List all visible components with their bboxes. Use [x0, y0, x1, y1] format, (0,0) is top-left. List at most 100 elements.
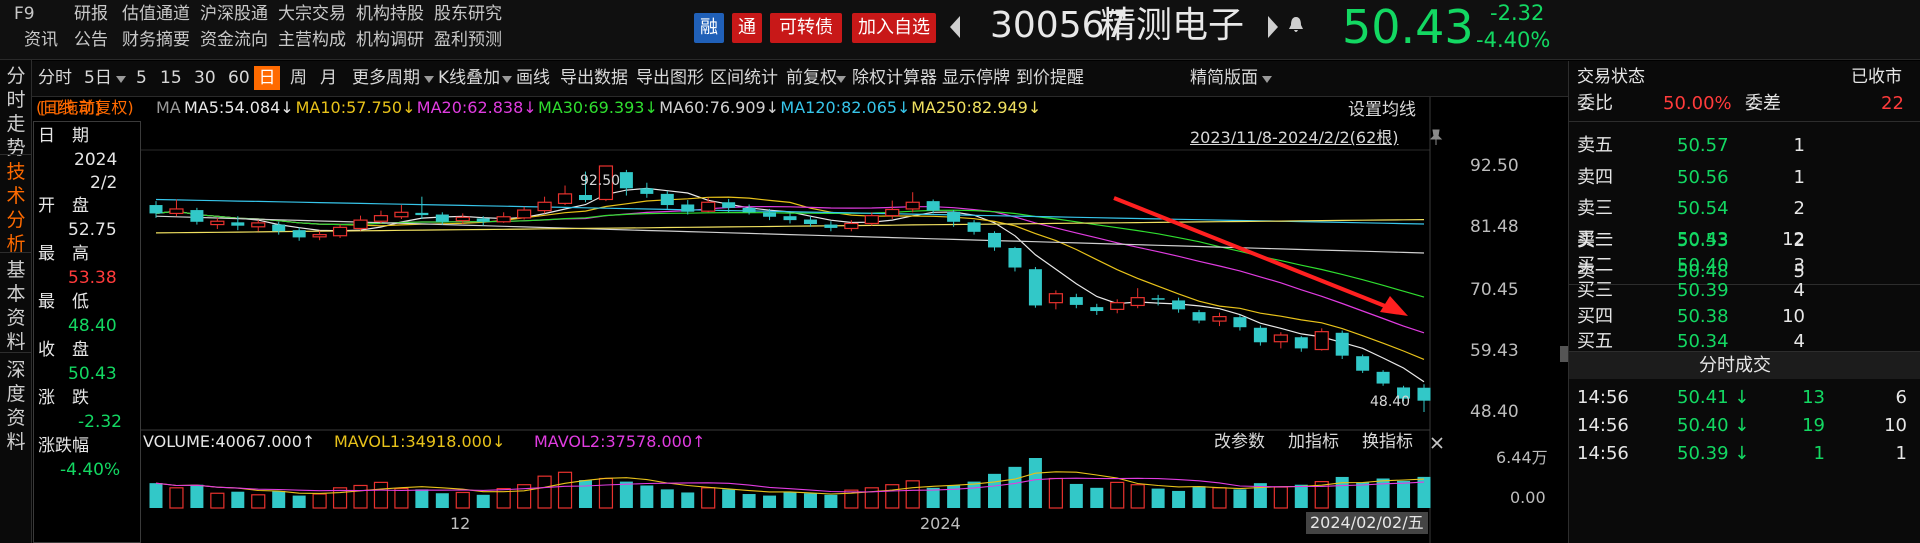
tick-volume: 19	[1802, 415, 1825, 436]
tick-price: 50.39 ↓	[1677, 443, 1750, 464]
volume-bar	[1397, 480, 1411, 508]
candle	[619, 172, 633, 189]
sell-level-label: 卖五	[1577, 135, 1613, 156]
candle	[640, 188, 654, 194]
candle	[435, 214, 449, 222]
candle	[1233, 317, 1247, 328]
ma-line	[155, 205, 1425, 334]
btn-change-indicator[interactable]: 换指标	[1362, 434, 1413, 451]
candle	[496, 216, 511, 223]
volume-bar	[1151, 488, 1165, 508]
candle	[537, 201, 552, 212]
sell-level-price: 50.54	[1677, 198, 1729, 219]
candle	[332, 226, 348, 237]
candle	[517, 209, 532, 219]
close-icon[interactable]	[1430, 436, 1444, 450]
volume-bar	[272, 490, 286, 508]
volume-bar	[1110, 481, 1125, 509]
candle	[701, 201, 716, 212]
candle	[1273, 334, 1288, 343]
candle	[169, 208, 184, 215]
candle	[251, 222, 266, 228]
ticks-title: 分时成交	[1699, 355, 1771, 376]
tick-count: 1	[1895, 443, 1907, 464]
volume-bar	[1048, 477, 1063, 509]
sell-level-label: 卖四	[1577, 166, 1613, 188]
trade-status-title: 交易状态	[1577, 67, 1645, 87]
buy-level-label: 买二	[1577, 254, 1613, 276]
volume-bar	[1356, 482, 1370, 508]
candle	[1376, 371, 1390, 384]
candle	[415, 212, 429, 216]
candle	[803, 219, 817, 225]
candle	[292, 230, 306, 238]
buy-level-volume: 4	[1793, 280, 1805, 301]
buy-level-volume: 12	[1782, 229, 1805, 250]
candle	[1212, 316, 1227, 322]
candle	[988, 232, 1002, 248]
volume-bar	[415, 489, 429, 508]
mavol2-label: MAVOL2:37578.000↑	[534, 432, 706, 451]
candle	[864, 215, 879, 225]
volume-bar	[1069, 483, 1083, 508]
sell-level-volume: 1	[1793, 166, 1805, 188]
candle	[1008, 248, 1022, 268]
order-book-panel: 交易状态 已收市 委比 50.00% 委差 22 卖五 50.57 1 卖四 50.56…	[1568, 61, 1920, 543]
volume-bar	[905, 480, 920, 509]
candle	[905, 201, 920, 210]
volume-bar	[742, 494, 756, 508]
sell-level-price: 50.56	[1677, 166, 1729, 188]
candle	[967, 222, 981, 232]
min-price-label: 48.40	[1370, 394, 1411, 410]
candle	[1069, 297, 1083, 305]
candle	[476, 218, 490, 222]
volume-bar	[537, 475, 552, 509]
sell-level-volume: 2	[1793, 198, 1805, 219]
volume-bar	[231, 491, 245, 508]
candle	[1335, 332, 1349, 356]
volume-bar	[885, 484, 900, 509]
candle	[722, 202, 736, 208]
panel-resize-handle[interactable]	[1560, 346, 1568, 362]
candle	[844, 222, 859, 230]
volume-label: VOLUME:40067.000↑	[143, 432, 316, 451]
volume-bar	[681, 492, 695, 508]
volume-bar	[578, 480, 592, 508]
y-axis-label: 70.45	[1470, 280, 1519, 300]
volume-bar	[988, 473, 1002, 508]
candle	[1253, 327, 1267, 343]
btn-edit-params[interactable]: 改参数	[1214, 434, 1265, 451]
y-axis-label: 59.43	[1470, 341, 1519, 361]
buy-level-price: 50.34	[1677, 331, 1729, 352]
volume-bar	[803, 493, 817, 508]
volume-bar	[149, 483, 163, 508]
candle	[557, 193, 573, 204]
candle	[1110, 302, 1125, 310]
tick-price: 50.41 ↓	[1677, 387, 1750, 408]
candle	[1314, 331, 1329, 351]
btn-add-indicator[interactable]: 加指标	[1288, 434, 1339, 451]
tick-price: 50.40 ↓	[1677, 415, 1750, 436]
volume-bars-group	[149, 458, 1431, 509]
candle	[885, 208, 900, 217]
divider	[1569, 284, 1920, 285]
candle	[210, 220, 225, 226]
candle	[455, 216, 470, 222]
buy-level-volume: 4	[1793, 331, 1805, 352]
volume-bar	[353, 484, 368, 509]
weicha-label: 委差	[1745, 93, 1781, 114]
candle	[681, 204, 695, 212]
volume-bar	[1130, 484, 1145, 509]
candle	[1028, 269, 1042, 306]
volume-bar	[1008, 466, 1022, 508]
candle	[231, 222, 245, 226]
y-axis-label: 92.50	[1470, 156, 1519, 176]
sell-level-label: 卖三	[1577, 198, 1613, 219]
tick-volume: 1	[1813, 443, 1825, 464]
kline-chart[interactable]	[0, 0, 1568, 543]
volume-bar	[598, 477, 614, 509]
candle	[1151, 298, 1165, 300]
cursor-date-label: 2024/02/02/五	[1306, 512, 1428, 534]
candle	[373, 215, 389, 222]
candle	[1172, 300, 1186, 310]
